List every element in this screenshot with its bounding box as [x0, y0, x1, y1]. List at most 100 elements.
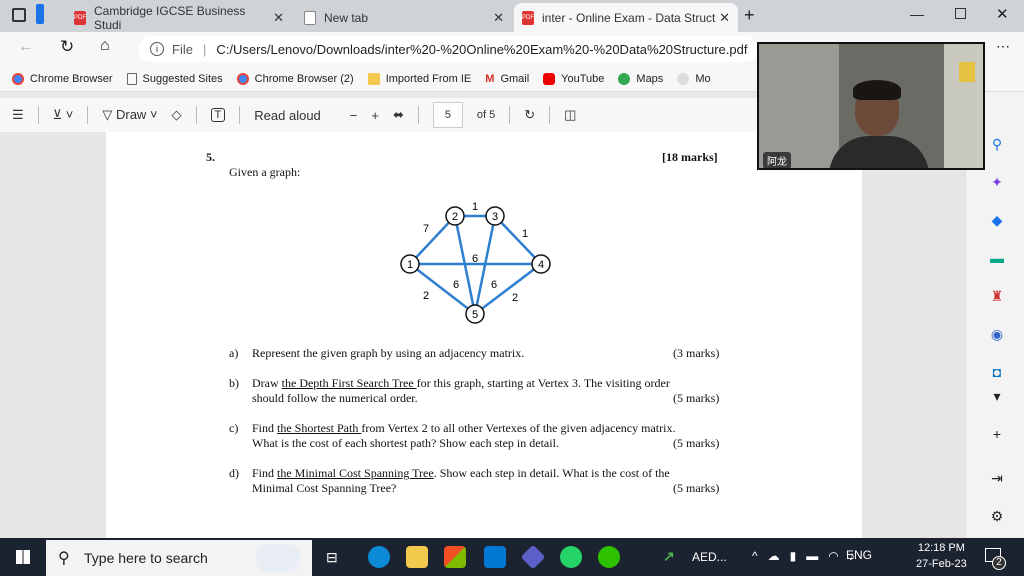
wechat-icon[interactable]: [598, 546, 620, 568]
chrome-icon: [12, 72, 24, 85]
close-window-button[interactable]: ✕: [996, 5, 1009, 23]
windows-start-icon[interactable]: [16, 550, 30, 564]
games-icon[interactable]: ♜: [988, 288, 1006, 306]
eraser-icon[interactable]: ◇: [172, 107, 182, 123]
bookmark-suggested-sites[interactable]: Suggested Sites: [126, 72, 223, 85]
clock[interactable]: 12:18 PM 27-Feb-23: [916, 542, 967, 570]
edge-weight: 2: [423, 290, 429, 302]
highlight-icon[interactable]: ⊻ ˅: [53, 107, 74, 123]
bookmark-more[interactable]: Mo: [677, 72, 711, 85]
url-text: C:/Users/Lenovo/Downloads/inter%20-%20On…: [216, 41, 748, 57]
bookmark-gmail[interactable]: M Gmail: [485, 73, 529, 85]
page-view-icon[interactable]: ◫: [564, 107, 576, 123]
text-icon[interactable]: T: [210, 108, 226, 122]
settings-icon[interactable]: ⚙: [988, 508, 1006, 526]
system-tray-icons[interactable]: ^☁▮▬◠♪: [752, 549, 865, 563]
fit-page-icon[interactable]: ⬌: [393, 107, 404, 123]
tab-label: Cambridge IGCSE Business Studi: [94, 3, 246, 32]
maps-icon: [618, 72, 631, 85]
pdf-page: 5. [18 marks] Given a graph: 71166622123…: [106, 132, 862, 538]
chrome-icon: [236, 72, 249, 85]
more-icon[interactable]: ⋯: [996, 38, 1010, 55]
graph-figure: 7 1 1 6 6 6 2 2 1 2 3 4 5: [400, 201, 551, 324]
close-icon[interactable]: ✕: [273, 10, 284, 26]
new-tab-button[interactable]: +: [744, 5, 755, 26]
edge-taskbar-icon[interactable]: [368, 546, 390, 568]
node-label: 5: [472, 309, 478, 321]
participant-name: 阿龙: [763, 152, 791, 168]
part-a-text: Represent the given graph by using an ad…: [252, 346, 525, 360]
graph-edge-1-2: [409, 215, 456, 265]
outlook-icon[interactable]: ◘: [988, 364, 1006, 382]
refresh-icon[interactable]: ↻: [60, 37, 74, 57]
edge-weight: 6: [453, 279, 459, 291]
part-b-text: Draw the Depth First Search Tree for thi…: [252, 376, 670, 390]
url-field[interactable]: i File | C:/Users/Lenovo/Downloads/inter…: [138, 36, 758, 62]
sidebar-toggle-icon[interactable]: ⇥: [988, 470, 1006, 488]
tools-icon[interactable]: ▬: [988, 250, 1006, 268]
read-aloud-button[interactable]: Read aloud: [254, 108, 321, 123]
edge-weight: 6: [491, 279, 497, 291]
edge-weight: 1: [472, 201, 478, 213]
person-body: [829, 136, 929, 168]
minimize-button[interactable]: —: [910, 6, 924, 22]
bookmark-maps[interactable]: Maps: [618, 72, 663, 85]
page-icon: [304, 10, 316, 25]
graph-edge-3-4: [494, 215, 542, 265]
weather-widget[interactable]: AED...: [692, 550, 727, 564]
tab-actions-icon[interactable]: [12, 8, 26, 22]
search-icon: ⚲: [58, 550, 70, 567]
chevron-down-icon[interactable]: ▾: [988, 388, 1006, 406]
whatsapp-icon[interactable]: [560, 546, 582, 568]
taskbar-search[interactable]: ⚲ Type here to search: [46, 540, 312, 576]
notification-badge: 2: [992, 556, 1006, 570]
office-icon[interactable]: ◉: [988, 326, 1006, 344]
task-view-icon[interactable]: ⊟: [326, 549, 338, 566]
polar-bear-image: [256, 544, 300, 572]
tag-icon[interactable]: ◆: [988, 212, 1006, 230]
tab-inter[interactable]: PDF inter - Online Exam - Data Struct ✕: [514, 3, 738, 32]
store-icon[interactable]: [444, 546, 466, 568]
page-count: of 5: [476, 109, 496, 121]
workspace-icon[interactable]: [36, 4, 44, 24]
node-label: 1: [407, 259, 413, 271]
url-scheme: File: [172, 41, 193, 57]
search-icon[interactable]: ⚲: [988, 136, 1006, 154]
tab-label: inter - Online Exam - Data Struct: [542, 10, 716, 25]
page-number-input[interactable]: 5: [432, 102, 463, 128]
tab-new[interactable]: New tab ✕: [296, 3, 512, 32]
github-icon: [677, 72, 690, 85]
zoom-out-button[interactable]: −: [350, 108, 358, 123]
tab-cambridge[interactable]: PDF Cambridge IGCSE Business Studi ✕: [66, 3, 292, 32]
info-icon[interactable]: i: [150, 42, 164, 56]
edge-weight: 1: [522, 228, 528, 240]
webcam-overlay: 阿龙: [757, 42, 985, 170]
file-explorer-icon[interactable]: [406, 546, 428, 568]
maximize-button[interactable]: [955, 8, 966, 19]
part-d-text: Find the Minimal Cost Spanning Tree. Sho…: [252, 466, 670, 480]
node-label: 2: [452, 211, 458, 223]
close-icon[interactable]: ✕: [493, 10, 504, 26]
back-icon[interactable]: ←: [18, 38, 34, 56]
bookmark-youtube[interactable]: YouTube: [543, 72, 604, 85]
pdf-icon: PDF: [74, 10, 86, 25]
bookmark-chrome-browser-2[interactable]: Chrome Browser (2): [236, 72, 354, 85]
home-icon[interactable]: ⌂: [100, 37, 110, 55]
rotate-icon[interactable]: ↻: [524, 107, 535, 123]
draw-button[interactable]: ▽ Draw ˅: [102, 107, 157, 123]
copilot-icon[interactable]: ✦: [988, 174, 1006, 192]
gmail-icon: M: [485, 72, 495, 85]
mail-icon[interactable]: [484, 546, 506, 568]
tab-bar: PDF Cambridge IGCSE Business Studi ✕ New t…: [0, 0, 1024, 32]
part-c-text: Find the Shortest Path from Vertex 2 to …: [252, 421, 676, 435]
folder-icon: [367, 72, 380, 85]
node-label: 4: [538, 259, 544, 271]
contents-icon[interactable]: ☰: [12, 107, 24, 123]
node-label: 3: [492, 211, 498, 223]
zoom-in-button[interactable]: +: [371, 108, 379, 123]
edge-weight: 2: [512, 292, 518, 304]
close-icon[interactable]: ✕: [719, 10, 730, 26]
add-icon[interactable]: +: [988, 426, 1006, 444]
bookmark-imported-from-ie[interactable]: Imported From IE: [367, 72, 471, 85]
bookmark-chrome-browser[interactable]: Chrome Browser: [12, 72, 113, 85]
